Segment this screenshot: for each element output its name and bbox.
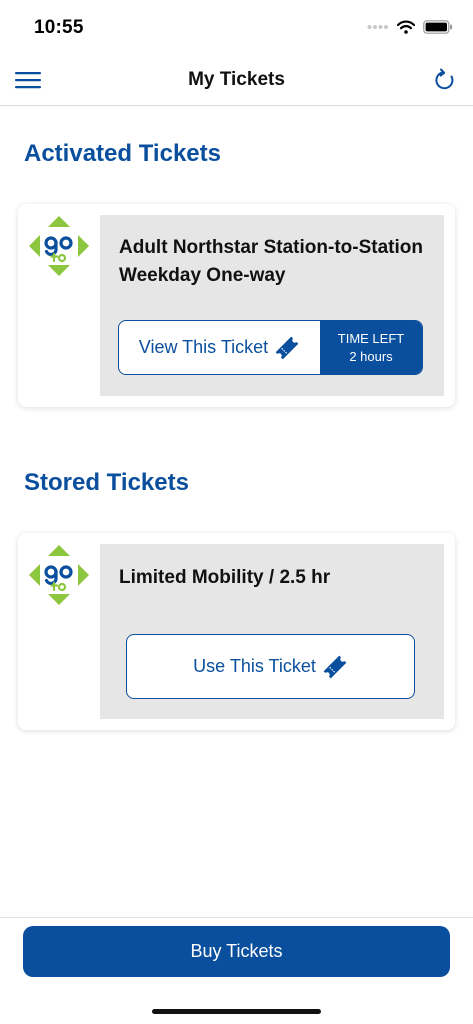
goto-logo-icon <box>29 545 89 605</box>
ticket-panel: Limited Mobility / 2.5 hr Use This Ticke… <box>100 544 444 719</box>
goto-logo-icon <box>29 216 89 276</box>
time-left-badge: TIME LEFT 2 hours <box>320 321 422 374</box>
status-time: 10:55 <box>34 17 84 38</box>
home-indicator <box>152 1009 321 1014</box>
use-ticket-button[interactable]: Use This Ticket <box>126 634 415 699</box>
activated-ticket-card: Adult Northstar Station-to-Station Weekd… <box>18 204 455 407</box>
view-ticket-label: View This Ticket <box>138 337 269 357</box>
battery-icon <box>423 20 452 34</box>
ticket-name: Adult Northstar Station-to-Station Weekd… <box>119 237 423 286</box>
activated-tickets-heading: Activated Tickets <box>24 140 221 167</box>
status-icons <box>367 20 453 34</box>
refresh-button[interactable] <box>433 68 457 92</box>
refresh-icon <box>435 68 454 90</box>
use-ticket-label: Use This Ticket <box>193 656 316 676</box>
ticket-icon <box>275 336 299 359</box>
footer-divider <box>0 917 473 918</box>
ticket-panel: Adult Northstar Station-to-Station Weekd… <box>100 215 444 396</box>
view-ticket-label-area[interactable]: View This Ticket <box>119 321 320 374</box>
view-ticket-button[interactable]: View This Ticket TIME LEFT 2 hours <box>118 320 423 375</box>
status-bar: 10:55 <box>0 0 473 56</box>
wifi-icon <box>397 20 415 34</box>
page-title: My Tickets <box>188 69 285 90</box>
stored-ticket-card: Limited Mobility / 2.5 hr Use This Ticke… <box>18 533 455 730</box>
time-left-label: TIME LEFT <box>337 330 405 346</box>
nav-bar: My Tickets <box>0 56 473 106</box>
cellular-signal-icon <box>367 25 388 29</box>
ticket-name: Limited Mobility / 2.5 hr <box>119 567 331 588</box>
buy-tickets-button[interactable]: Buy Tickets <box>23 926 450 977</box>
ticket-icon <box>323 655 347 678</box>
stored-tickets-heading: Stored Tickets <box>24 469 189 496</box>
time-left-value: 2 hours <box>349 348 393 364</box>
